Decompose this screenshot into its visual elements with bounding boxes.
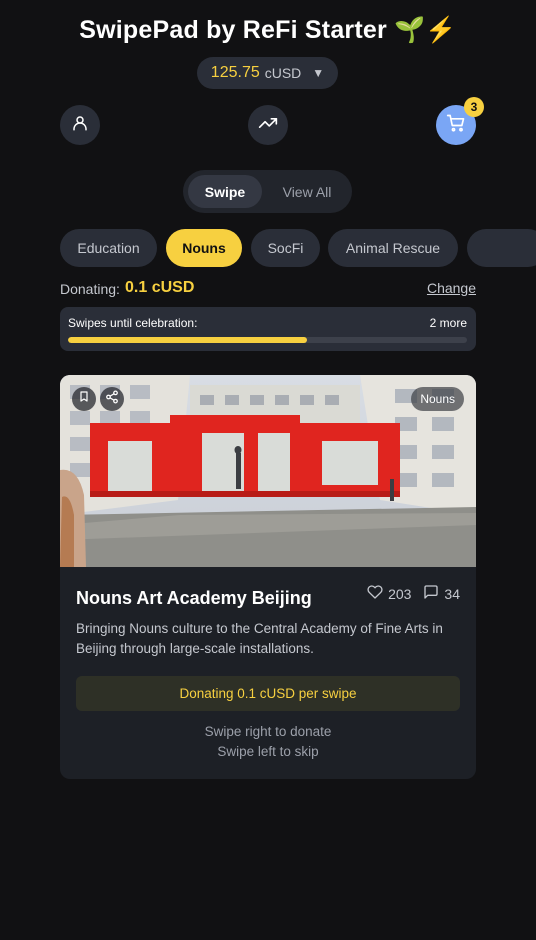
donating-label: Donating:	[60, 281, 120, 297]
project-title: Nouns Art Academy Beijing	[76, 588, 312, 608]
progress-label: Swipes until celebration:	[68, 316, 198, 330]
chevron-down-icon: ▼	[312, 66, 325, 80]
comment-icon	[423, 584, 439, 603]
like-count-value: 203	[388, 585, 412, 602]
comment-count[interactable]: 34	[423, 584, 460, 603]
trending-up-icon	[258, 113, 278, 138]
balance-amount: 125.75	[210, 64, 260, 81]
tab-view-all[interactable]: View All	[267, 175, 347, 208]
donating-value: 0.1 cUSD	[125, 279, 195, 296]
share-button[interactable]	[100, 387, 124, 411]
cart-icon	[446, 113, 466, 138]
swipe-left-hint: Swipe left to skip	[217, 744, 319, 759]
progress-remaining: 2 more	[429, 316, 467, 330]
progress-track	[68, 337, 467, 343]
share-icon	[105, 390, 119, 409]
category-chip-animal-rescue[interactable]: Animal Rescue	[328, 229, 458, 267]
balance-currency: cUSD	[264, 65, 302, 81]
cart-button[interactable]: 3	[436, 97, 484, 145]
cart-count-badge: 3	[464, 97, 484, 117]
balance-selector[interactable]: 125.75 cUSD ▼	[197, 57, 338, 89]
page-title: SwipePad by ReFi Starter 🌱⚡	[79, 16, 457, 44]
comment-count-value: 34	[444, 585, 460, 602]
donation-amount-row: Donating: 0.1 cUSD Change	[60, 279, 476, 299]
category-filter-bar: Education Nouns SocFi Animal Rescue	[60, 229, 536, 267]
user-icon	[71, 114, 89, 137]
category-chip-nouns[interactable]: Nouns	[166, 229, 242, 267]
profile-button[interactable]	[60, 105, 100, 145]
progress-fill	[68, 337, 308, 343]
like-count[interactable]: 203	[367, 584, 411, 603]
category-chip-education[interactable]: Education	[60, 229, 157, 267]
project-card[interactable]: Nouns Nouns Art Academy Beijing 203 34 B…	[60, 375, 476, 779]
bookmark-button[interactable]	[72, 387, 96, 411]
category-chip-more[interactable]	[467, 229, 536, 267]
project-category-tag: Nouns	[411, 387, 464, 411]
project-description: Bringing Nouns culture to the Central Ac…	[76, 621, 443, 656]
donate-per-swipe-banner: Donating 0.1 cUSD per swipe	[76, 676, 460, 711]
bookmark-icon	[78, 390, 90, 408]
trending-button[interactable]	[248, 105, 288, 145]
view-toggle: Swipe View All	[183, 170, 352, 213]
celebration-progress: Swipes until celebration: 2 more	[60, 307, 476, 351]
change-amount-link[interactable]: Change	[427, 280, 476, 296]
heart-icon	[367, 584, 383, 603]
category-chip-socfi[interactable]: SocFi	[251, 229, 320, 267]
tab-swipe[interactable]: Swipe	[188, 175, 262, 208]
swipe-right-hint: Swipe right to donate	[204, 724, 332, 739]
project-stats: 203 34	[367, 584, 460, 603]
